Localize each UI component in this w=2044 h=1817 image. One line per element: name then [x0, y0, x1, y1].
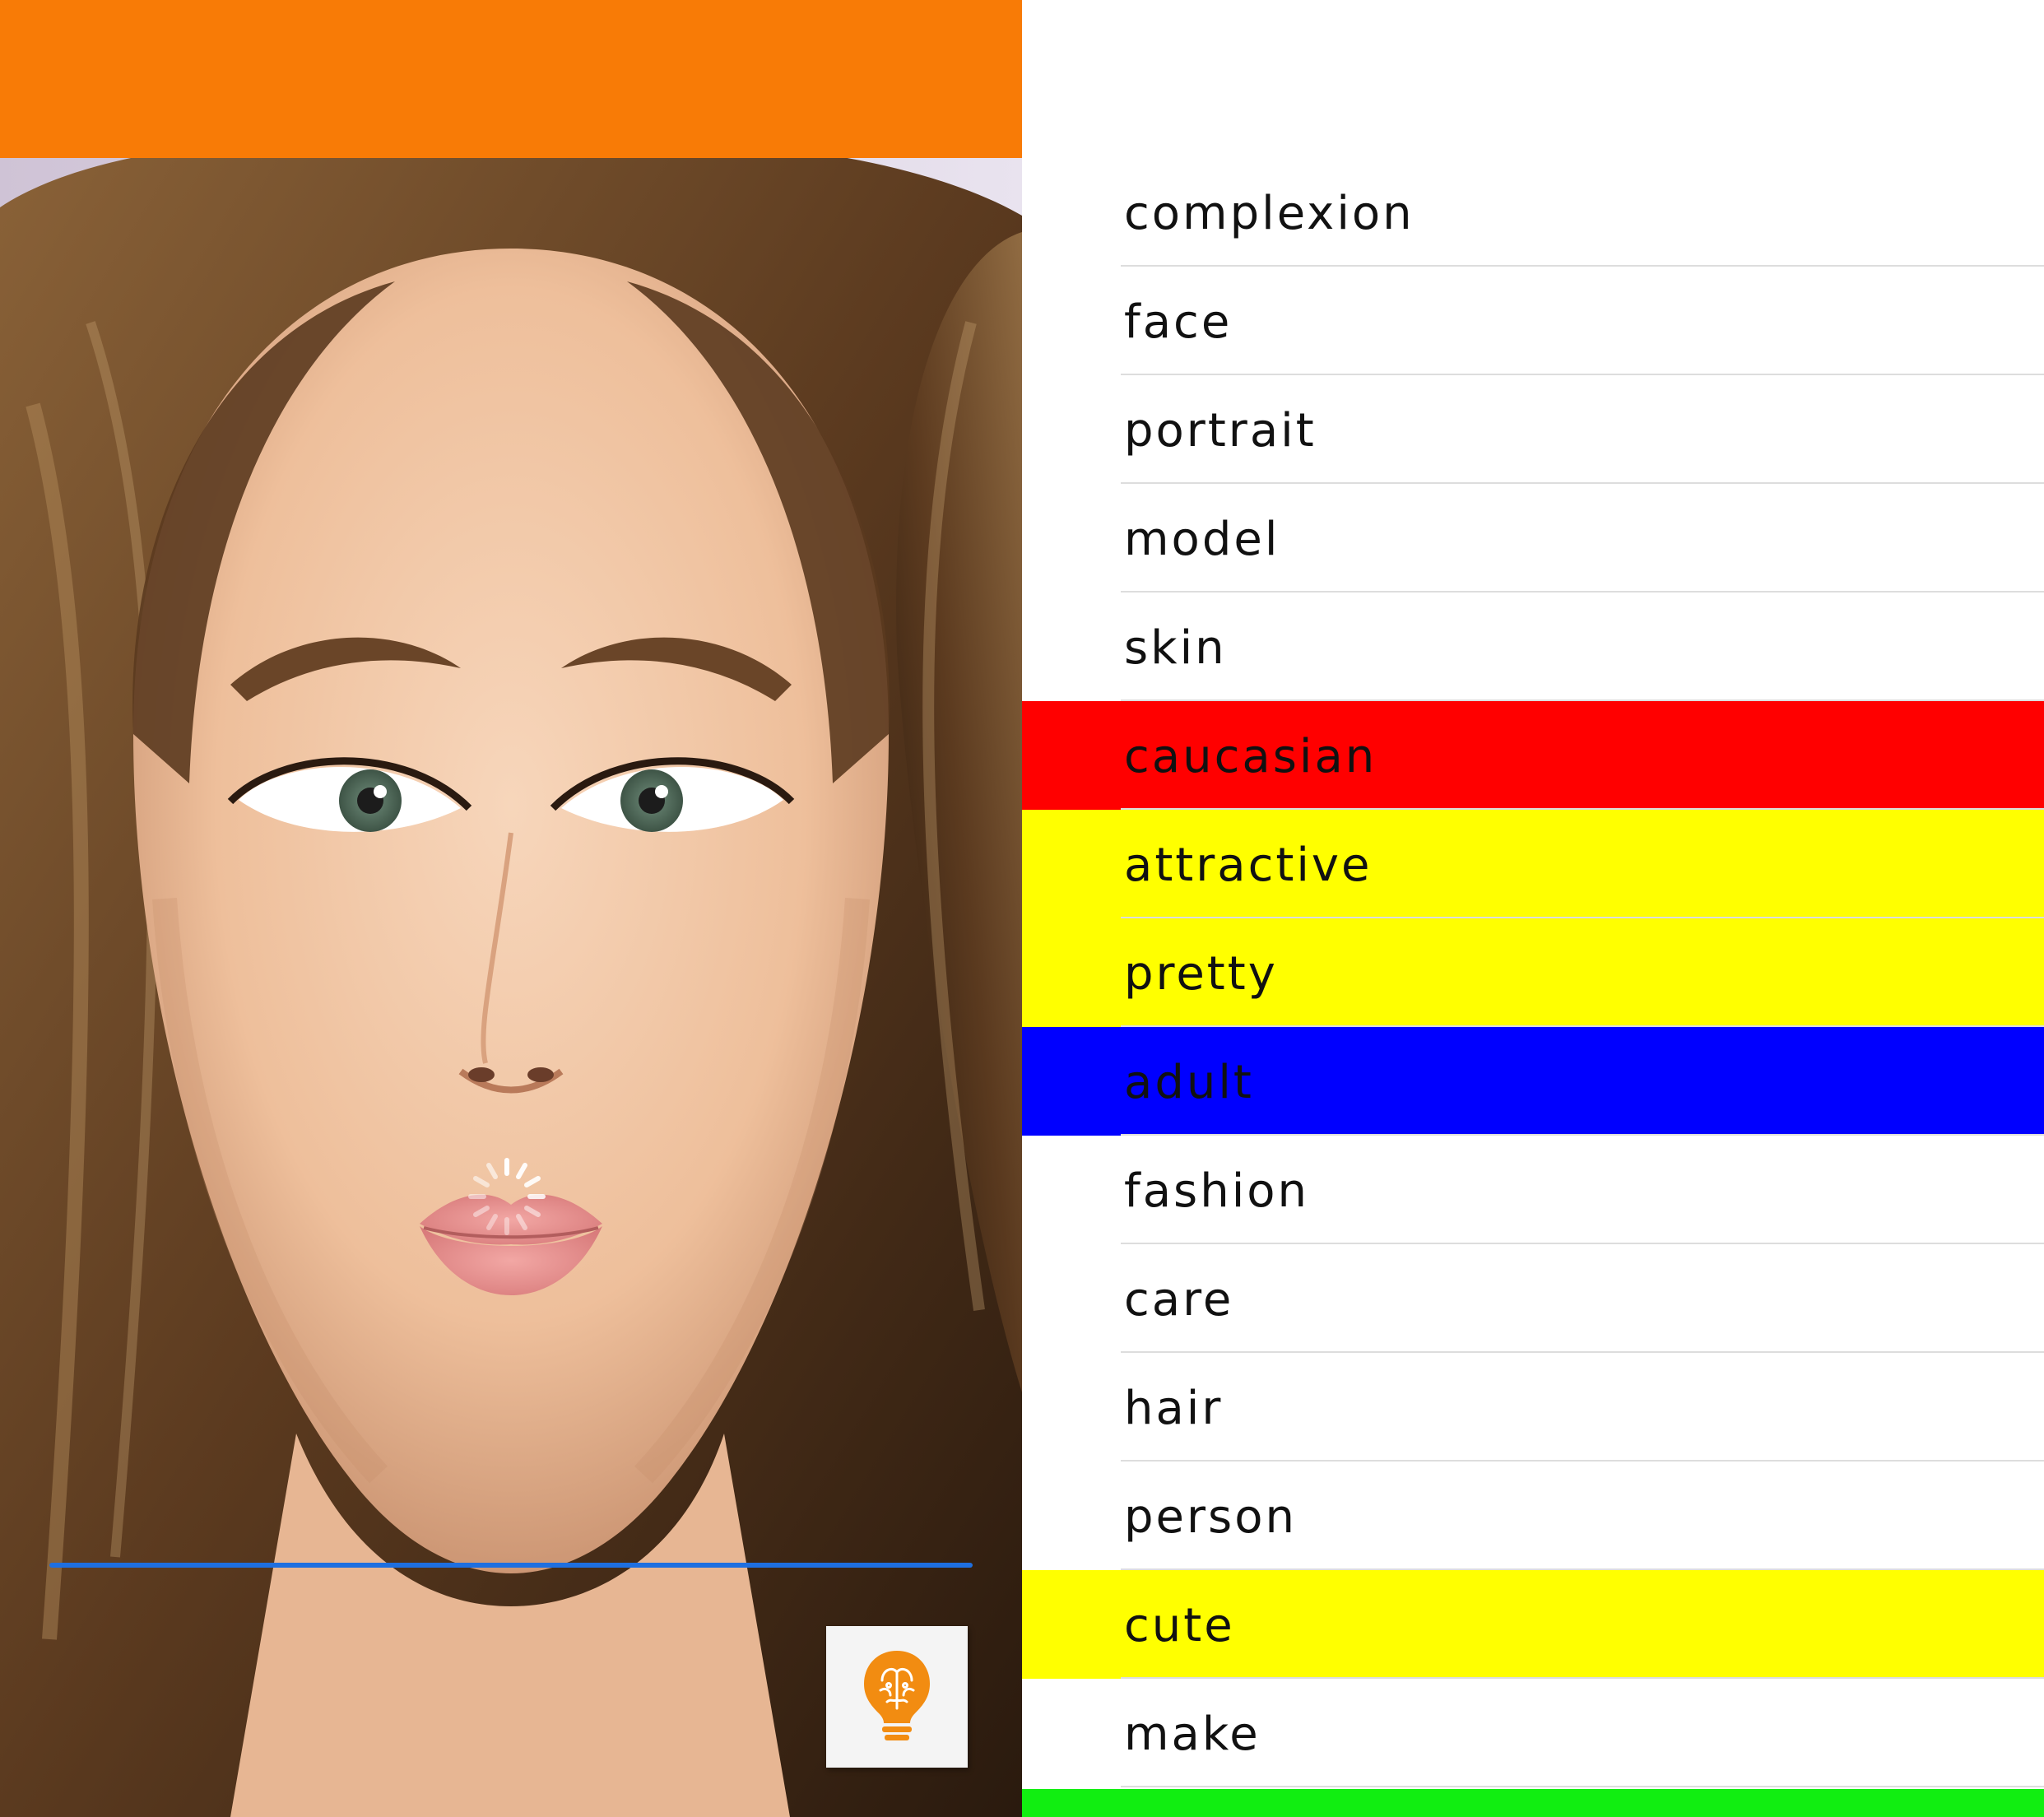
- tag-row[interactable]: skin: [1022, 592, 2044, 701]
- row-divider: [1121, 1786, 2044, 1787]
- tag-row[interactable]: hair: [1022, 1353, 2044, 1462]
- tag-label: complexion: [1124, 186, 1415, 240]
- tag-row[interactable]: cute: [1022, 1570, 2044, 1679]
- tag-row[interactable]: person: [1022, 1462, 2044, 1570]
- tag-row[interactable]: face: [1022, 267, 2044, 375]
- app-logo-button[interactable]: [826, 1626, 968, 1768]
- tag-row[interactable]: fashion: [1022, 1136, 2044, 1244]
- tag-label: fashion: [1124, 1164, 1310, 1218]
- tag-label: cute: [1124, 1598, 1235, 1652]
- tag-row[interactable]: complexion: [1022, 158, 2044, 267]
- tag-label: pretty: [1124, 946, 1278, 1001]
- image-panel: [0, 0, 1022, 1817]
- top-app-bar: [0, 0, 1022, 158]
- tag-label: face: [1124, 295, 1233, 349]
- brain-lightbulb-icon: [864, 1651, 930, 1740]
- portrait-illustration: [0, 158, 1022, 1817]
- tag-label: caucasian: [1124, 729, 1377, 783]
- tag-row[interactable]: portrait: [1022, 375, 2044, 484]
- tag-row[interactable]: adult: [1022, 1027, 2044, 1136]
- tag-label: model: [1124, 512, 1280, 566]
- loading-spinner-icon: [461, 1150, 553, 1243]
- tag-row[interactable]: caucasian: [1022, 701, 2044, 810]
- tag-row[interactable]: make: [1022, 1679, 2044, 1787]
- tag-row[interactable]: attractive: [1022, 810, 2044, 918]
- tag-label: adult: [1124, 1055, 1254, 1109]
- tag-label: hair: [1124, 1381, 1224, 1435]
- tag-row[interactable]: care: [1022, 1244, 2044, 1353]
- bottom-green-strip: [1022, 1789, 2044, 1817]
- portrait-photo[interactable]: [0, 158, 1022, 1817]
- tag-list: complexion face portrait model skin caucasian…: [1022, 0, 2044, 1817]
- tag-label: skin: [1124, 620, 1227, 675]
- tag-label: person: [1124, 1489, 1297, 1544]
- tag-label: make: [1124, 1707, 1261, 1761]
- tag-row[interactable]: model: [1022, 484, 2044, 592]
- tag-row[interactable]: pretty: [1022, 918, 2044, 1027]
- progress-line: [49, 1563, 973, 1568]
- tag-label: attractive: [1124, 838, 1373, 892]
- tag-label: care: [1124, 1272, 1234, 1327]
- tag-label: portrait: [1124, 403, 1317, 458]
